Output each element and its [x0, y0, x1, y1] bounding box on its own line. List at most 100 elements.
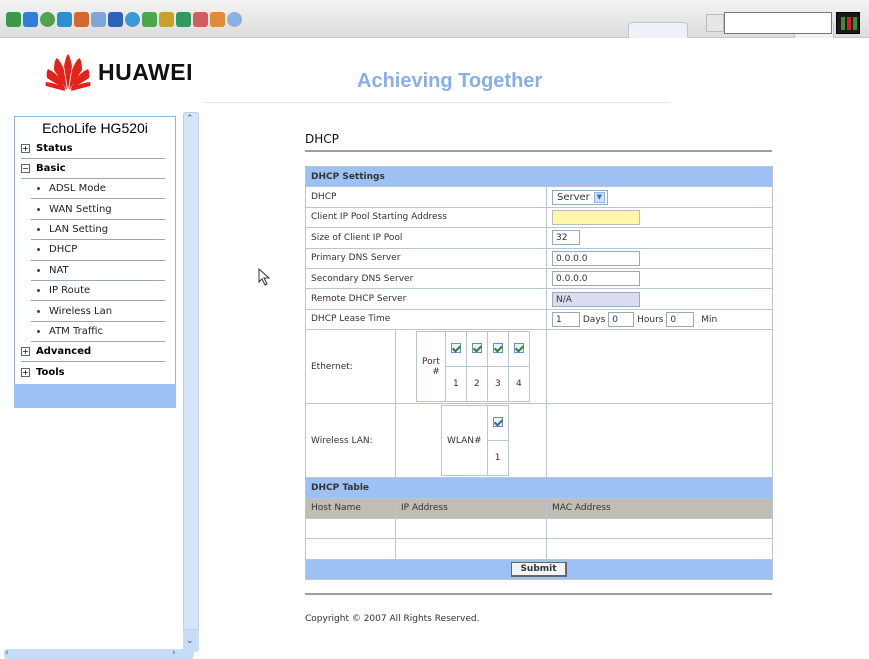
sidebar-item-label: NAT [49, 264, 69, 276]
lease-time-cell: 1 Days 0 Hours 0 Min [545, 308, 774, 331]
primary-dns-cell: 0.0.0.0 [545, 247, 774, 269]
port-number: 2 [465, 366, 488, 403]
column-header: MAC Address [545, 497, 774, 519]
pool-size-input[interactable]: 32 [552, 230, 580, 246]
empty-cell [545, 329, 774, 405]
spell-icon[interactable] [91, 12, 106, 27]
table-cell [545, 538, 774, 560]
expand-icon[interactable]: + [21, 367, 30, 377]
sidebar-item-adsl-mode[interactable]: ADSL Mode [31, 179, 165, 200]
bullet-icon [37, 248, 40, 252]
remote-dhcp-input[interactable]: N/A [552, 291, 640, 307]
archive-icon[interactable] [108, 12, 123, 27]
sidebar-item-label: Wireless Lan [49, 305, 113, 317]
toolbar-search-input[interactable] [724, 12, 832, 34]
sidebar-item-label: Advanced [36, 346, 92, 358]
scrollbar-thumb[interactable] [183, 112, 199, 630]
sidebar-item-label: ADSL Mode [49, 183, 106, 195]
pool-start-input[interactable] [552, 209, 640, 225]
table-cell [395, 517, 547, 540]
bullet-icon [37, 309, 40, 313]
bullet-icon [37, 268, 40, 272]
sidebar-item-atm-traffic[interactable]: ATM Traffic [31, 322, 165, 343]
lease-hours-input[interactable]: 0 [608, 311, 635, 327]
copyright-text: Copyright © 2007 All Rights Reserved. [305, 614, 480, 624]
field-label: Size of Client IP Pool [305, 227, 547, 249]
dhcp-form-table: DHCP Settings DHCP Server ▼ Client IP Po… [304, 165, 774, 581]
port-checkbox[interactable] [513, 342, 524, 353]
scroll-up-icon[interactable]: ⌃ [186, 114, 194, 124]
port-checkbox[interactable] [492, 342, 503, 353]
globe-icon[interactable] [40, 12, 55, 27]
toolbar-icons [6, 12, 242, 27]
device-model-title: EchoLife HG520i [42, 120, 148, 136]
search-icon[interactable] [125, 12, 140, 27]
wlan-cell: WLAN# 1 [395, 403, 547, 479]
tools-icon[interactable] [159, 12, 174, 27]
section-header: DHCP Settings [304, 165, 774, 188]
port-checkbox[interactable] [450, 342, 461, 353]
select-value: Server [557, 191, 590, 203]
horizontal-scrollbar[interactable] [4, 649, 194, 659]
unit-label: Min [701, 314, 718, 325]
field-label: Remote DHCP Server [305, 288, 547, 310]
field-label: Primary DNS Server [305, 247, 547, 269]
sidebar-item-basic[interactable]: − Basic [21, 159, 165, 179]
resize-grip-icon[interactable] [706, 14, 724, 32]
transfer-icon[interactable] [176, 12, 191, 27]
section-header: DHCP Table [304, 477, 774, 499]
vertical-scrollbar[interactable] [183, 112, 199, 652]
sidebar-item-wan-setting[interactable]: WAN Setting [31, 199, 165, 220]
field-label: DHCP Lease Time [305, 308, 547, 331]
huawei-logo: HUAWEI [44, 52, 193, 92]
window-icon[interactable] [23, 12, 38, 27]
table-cell [305, 538, 396, 560]
sidebar-item-wireless-lan[interactable]: Wireless Lan [31, 301, 165, 322]
chevron-down-icon[interactable]: ▼ [593, 191, 605, 203]
huawei-petal-icon [45, 54, 91, 91]
sidebar-item-label: Status [36, 143, 73, 154]
scroll-right-icon[interactable]: › [172, 648, 176, 658]
header-divider [205, 102, 670, 103]
import-icon[interactable] [193, 12, 208, 27]
wlan-checkbox[interactable] [492, 416, 503, 427]
wlan-label: WLAN# [441, 405, 488, 477]
share-icon[interactable] [74, 12, 89, 27]
secondary-dns-input[interactable]: 0.0.0.0 [552, 271, 640, 287]
expand-icon[interactable]: + [21, 144, 30, 153]
expand-icon[interactable]: + [21, 347, 30, 357]
toolbar-tab[interactable] [628, 22, 688, 38]
sidebar-item-advanced[interactable]: + Advanced [21, 342, 165, 363]
collapse-icon[interactable]: − [21, 164, 30, 173]
dhcp-mode-select[interactable]: Server ▼ [552, 189, 608, 205]
page-title: DHCP [305, 132, 339, 146]
pool-start-cell [545, 206, 774, 229]
sidebar-item-tools[interactable]: + Tools [21, 362, 165, 382]
lease-days-input[interactable]: 1 [552, 311, 580, 327]
sidebar-item-status[interactable]: + Status [21, 139, 165, 159]
table-row [305, 538, 774, 560]
submit-button[interactable]: Submit [511, 561, 567, 577]
field-label: Wireless LAN: [305, 403, 396, 479]
field-label: DHCP [305, 186, 547, 208]
port-checkbox[interactable] [471, 342, 482, 353]
sidebar-item-dhcp[interactable]: DHCP [31, 240, 165, 261]
field-label: Secondary DNS Server [305, 267, 547, 290]
sidebar-item-lan-setting[interactable]: LAN Setting [31, 220, 165, 241]
remote-dhcp-cell: N/A [545, 288, 774, 310]
scroll-left-icon[interactable]: ‹ [5, 648, 9, 658]
brand-name: HUAWEI [98, 58, 193, 85]
network-icon[interactable] [6, 12, 21, 27]
submit-row: Submit [304, 558, 774, 581]
sidebar-item-nat[interactable]: NAT [31, 261, 165, 281]
scroll-down-icon[interactable]: ⌄ [186, 636, 194, 646]
media-icon[interactable] [210, 12, 225, 27]
help-icon[interactable] [227, 12, 242, 27]
table-row [305, 517, 774, 540]
refresh-icon[interactable] [57, 12, 72, 27]
primary-dns-input[interactable]: 0.0.0.0 [552, 250, 640, 266]
sidebar-item-ip-route[interactable]: IP Route [31, 281, 165, 302]
unit-label: Hours [637, 314, 664, 325]
lease-min-input[interactable]: 0 [666, 311, 695, 327]
chart-icon[interactable] [142, 12, 157, 27]
